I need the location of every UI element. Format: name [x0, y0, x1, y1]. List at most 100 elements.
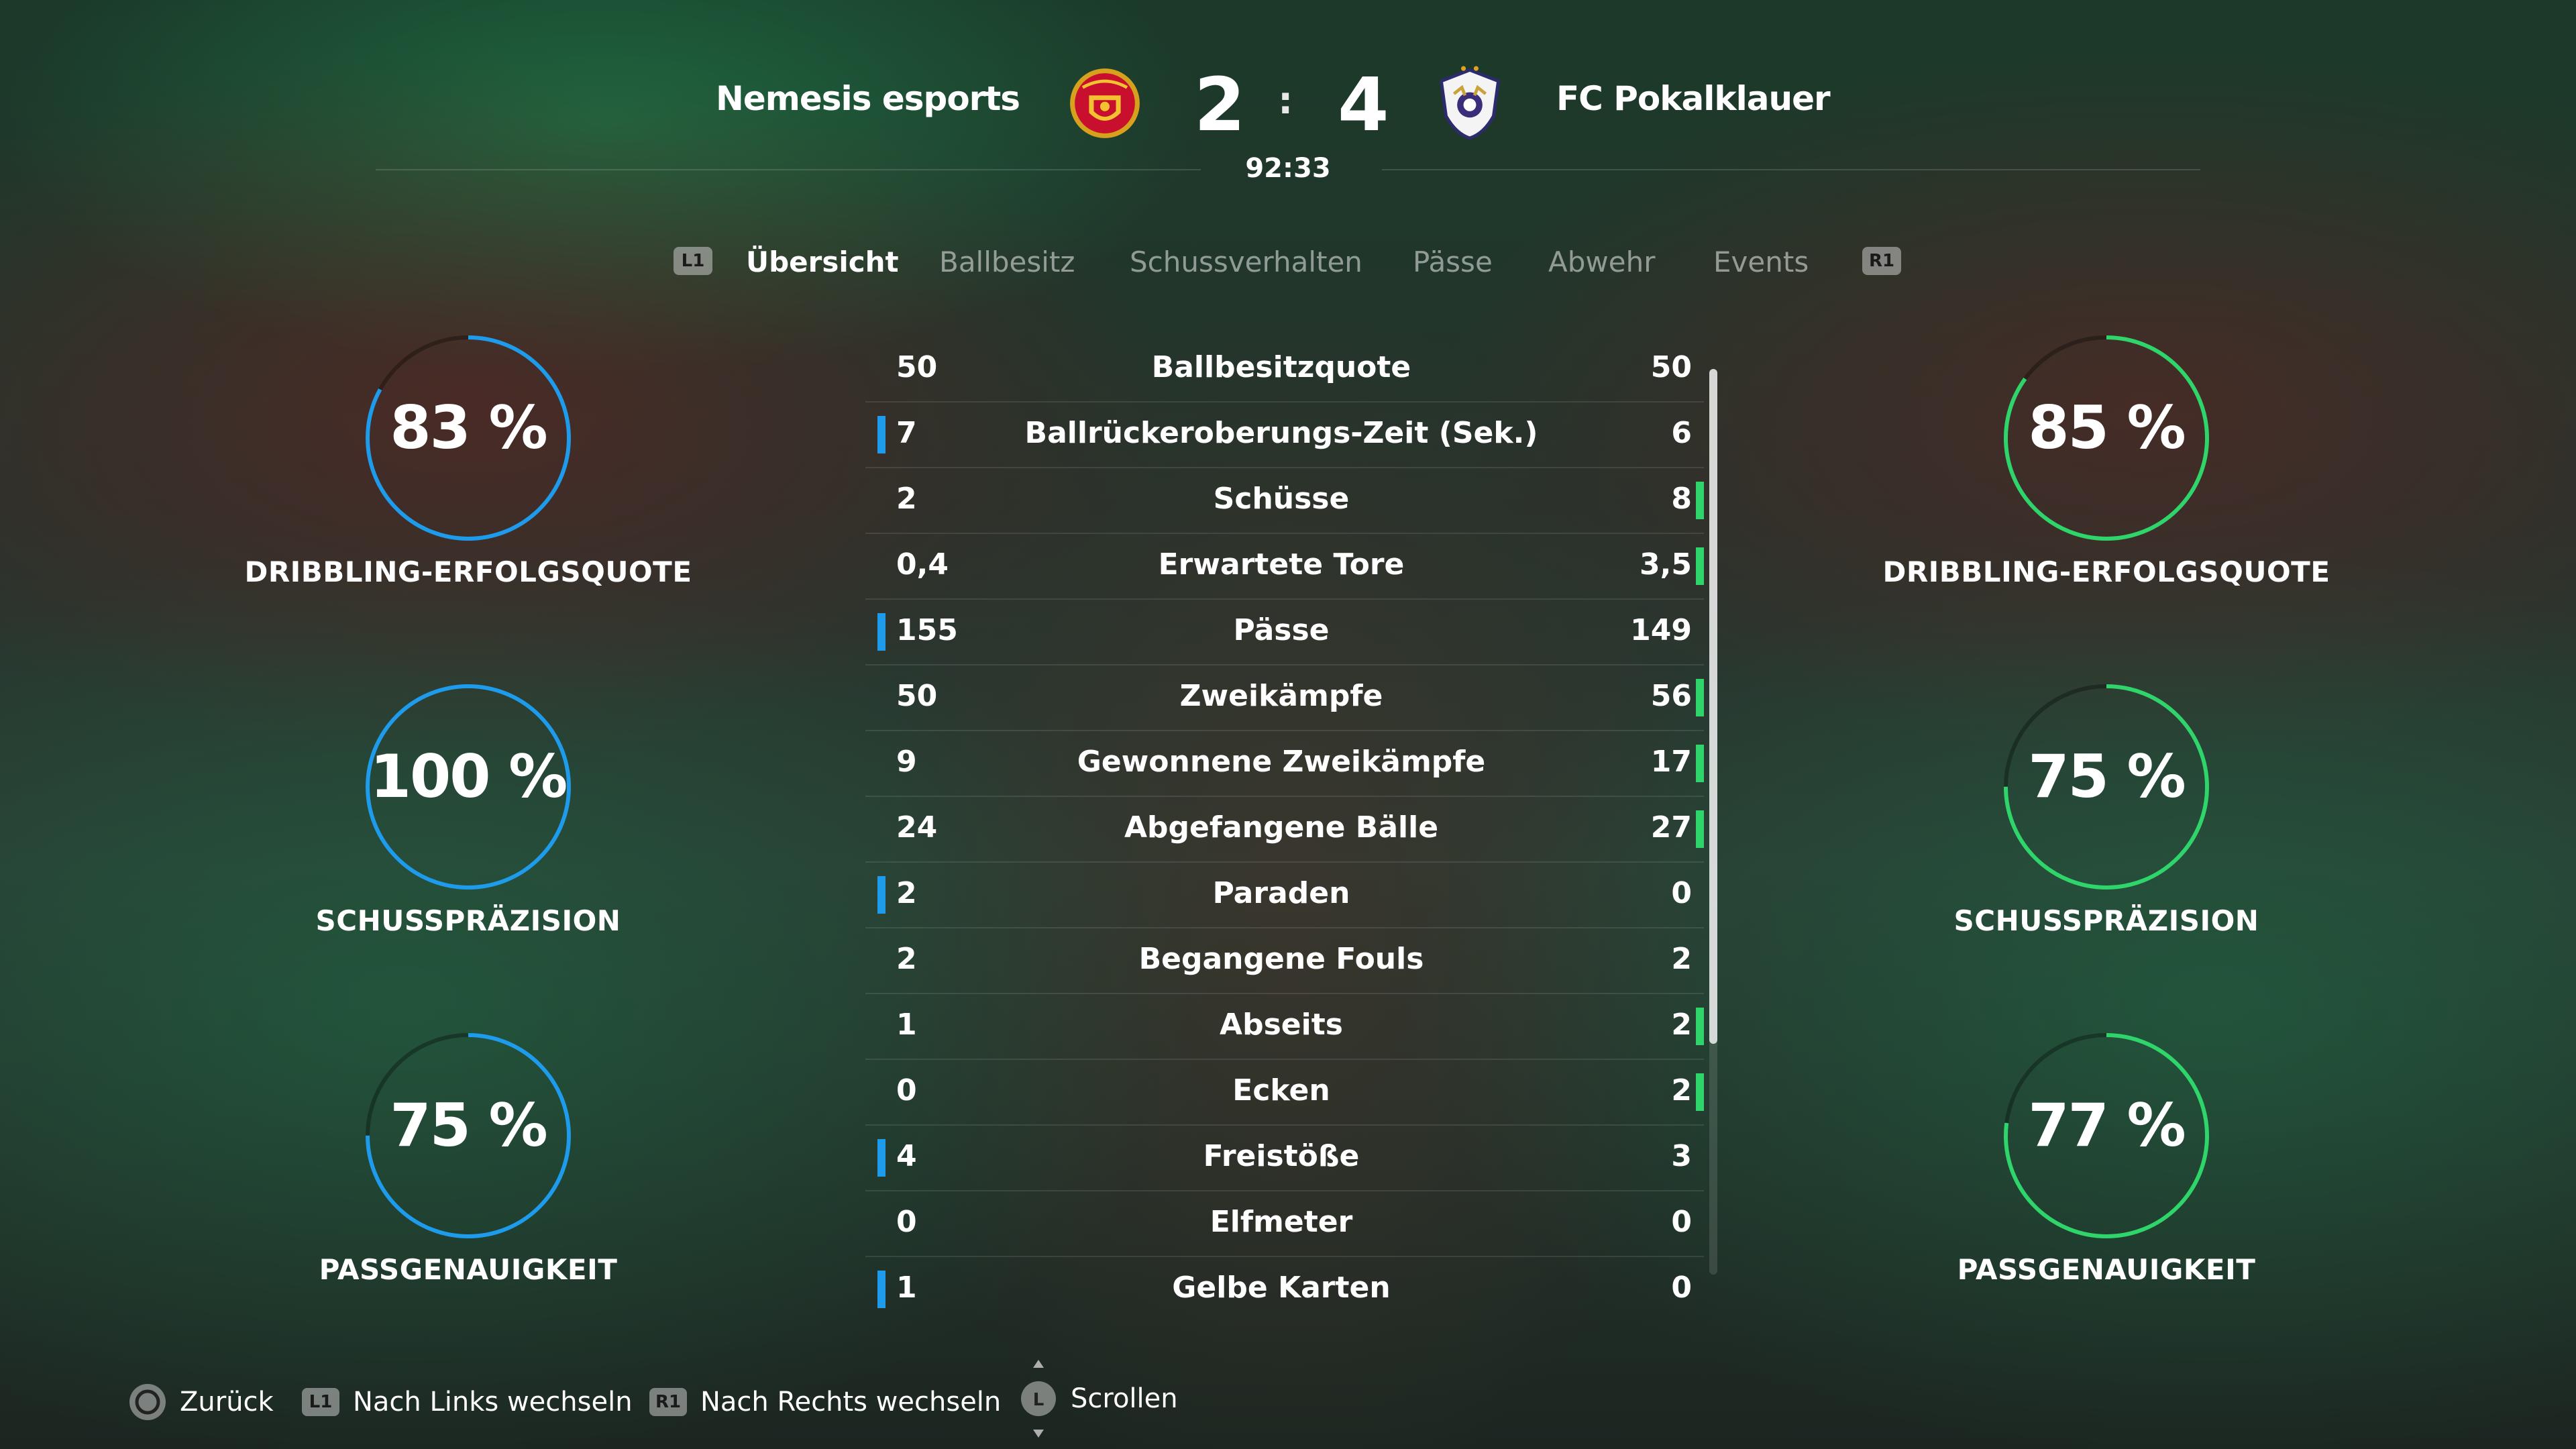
home-pass-accuracy-label: PASSGENAUIGKEIT — [319, 1253, 618, 1286]
away-team-name: FC Pokalklauer — [1556, 79, 1831, 118]
stat-home-value: 2 — [896, 876, 917, 910]
tab-events[interactable]: Events — [1713, 246, 1809, 278]
stat-away-value: 6 — [1671, 416, 1692, 450]
stat-home-value: 1 — [896, 1008, 917, 1042]
home-dribbling-label: DRIBBLING-ERFOLGSQUOTE — [244, 555, 692, 588]
back-hint[interactable]: Zurück — [129, 1375, 274, 1429]
away-crest-icon — [1439, 66, 1501, 140]
stat-row-abseits: 1 Abseits 2 — [865, 993, 1704, 1060]
tab-schussverhalten[interactable]: Schussverhalten — [1130, 246, 1362, 278]
stat-away-value: 56 — [1650, 679, 1692, 713]
stat-row-paesse: 155 Pässe 149 — [865, 598, 1704, 665]
home-pass-accuracy-ring: 75 % PASSGENAUIGKEIT — [233, 1032, 703, 1347]
stat-home-value: 24 — [896, 810, 938, 845]
stat-away-value: 2 — [1671, 1073, 1692, 1108]
stat-name: Zweikämpfe — [1179, 679, 1383, 713]
stat-home-value: 50 — [896, 679, 938, 713]
away-score: 4 — [1338, 62, 1389, 148]
away-leader-bar — [1696, 810, 1704, 848]
l1-bumper-icon[interactable]: L1 — [674, 247, 712, 275]
stats-scrollbar-thumb[interactable] — [1709, 369, 1717, 1044]
away-leader-bar — [1696, 745, 1704, 782]
stat-name: Erwartete Tore — [1158, 547, 1405, 582]
stat-home-value: 7 — [896, 416, 917, 450]
stat-name: Ballbesitzquote — [1151, 350, 1411, 384]
stat-away-value: 2 — [1671, 1008, 1692, 1042]
stat-row-paraden: 2 Paraden 0 — [865, 861, 1704, 928]
scroll-hint-label: Scrollen — [1071, 1383, 1178, 1414]
stat-row-gelbe-karten: 1 Gelbe Karten 0 — [865, 1256, 1704, 1322]
switch-left-hint[interactable]: L1 Nach Links wechseln — [302, 1375, 633, 1429]
away-pass-accuracy-value: 77 % — [2028, 1091, 2186, 1160]
stat-name: Abgefangene Bälle — [1124, 810, 1439, 845]
stat-home-value: 0 — [896, 1205, 917, 1239]
stat-away-value: 3,5 — [1640, 547, 1692, 582]
tab-paesse[interactable]: Pässe — [1413, 246, 1493, 278]
stat-row-ballrueckeroberung: 7 Ballrückeroberungs-Zeit (Sek.) 6 — [865, 401, 1704, 468]
stat-name: Elfmeter — [1210, 1205, 1353, 1239]
left-stick-icon: L — [1021, 1360, 1056, 1438]
tab-abwehr[interactable]: Abwehr — [1548, 246, 1655, 278]
home-dribbling-ring: 83 % DRIBBLING-ERFOLGSQUOTE — [233, 334, 703, 649]
l1-key-icon: L1 — [302, 1388, 339, 1416]
back-hint-label: Zurück — [180, 1387, 274, 1417]
away-pass-accuracy-label: PASSGENAUIGKEIT — [1957, 1253, 2256, 1286]
stat-home-value: 50 — [896, 350, 938, 384]
away-leader-bar — [1696, 1008, 1704, 1045]
stat-row-ballbesitzquote: 50 Ballbesitzquote 50 — [865, 335, 1704, 402]
stat-away-value: 27 — [1650, 810, 1692, 845]
stat-home-value: 1 — [896, 1271, 917, 1305]
stats-table[interactable]: 50 Ballbesitzquote 50 7 Ballrückeroberungs-… — [865, 335, 1711, 1328]
stat-name: Gelbe Karten — [1172, 1271, 1391, 1305]
switch-right-label: Nach Rechts wechseln — [700, 1387, 1002, 1417]
home-leader-bar — [877, 1139, 885, 1177]
stat-home-value: 2 — [896, 482, 917, 516]
home-shot-accuracy-ring: 100 % SCHUSSPRÄZISION — [233, 683, 703, 998]
stat-row-zweikaempfe: 50 Zweikämpfe 56 — [865, 664, 1704, 731]
stat-row-gewonnene-zweikaempfe: 9 Gewonnene Zweikämpfe 17 — [865, 730, 1704, 797]
stat-row-schuesse: 2 Schüsse 8 — [865, 467, 1704, 534]
away-leader-bar — [1696, 1073, 1704, 1111]
stat-away-value: 3 — [1671, 1139, 1692, 1173]
stat-name: Ballrückeroberungs-Zeit (Sek.) — [1024, 416, 1538, 450]
r1-bumper-icon[interactable]: R1 — [1862, 247, 1901, 275]
stat-away-value: 0 — [1671, 876, 1692, 910]
stat-name: Pässe — [1233, 613, 1330, 647]
stat-away-value: 2 — [1671, 942, 1692, 976]
stat-away-value: 8 — [1671, 482, 1692, 516]
stat-row-abgefangene-baelle: 24 Abgefangene Bälle 27 — [865, 796, 1704, 863]
away-pass-accuracy-ring: 77 % PASSGENAUIGKEIT — [1872, 1032, 2341, 1347]
stat-home-value: 9 — [896, 745, 917, 779]
stat-name: Abseits — [1220, 1008, 1343, 1042]
away-leader-bar — [1696, 482, 1704, 519]
away-dribbling-ring: 85 % DRIBBLING-ERFOLGSQUOTE — [1872, 334, 2341, 649]
stat-row-erwartete-tore: 0,4 Erwartete Tore 3,5 — [865, 533, 1704, 600]
stat-away-value: 0 — [1671, 1271, 1692, 1305]
stat-home-value: 155 — [896, 613, 958, 647]
tab-uebersicht[interactable]: Übersicht — [746, 246, 899, 278]
stat-away-value: 149 — [1630, 613, 1692, 647]
stat-away-value: 50 — [1650, 350, 1692, 384]
away-dribbling-label: DRIBBLING-ERFOLGSQUOTE — [1882, 555, 2330, 588]
switch-right-hint[interactable]: R1 Nach Rechts wechseln — [649, 1375, 1001, 1429]
scroll-hint[interactable]: L Scrollen — [1020, 1348, 1178, 1449]
home-score: 2 — [1194, 62, 1246, 148]
home-leader-bar — [877, 876, 885, 914]
away-shot-accuracy-value: 75 % — [2028, 742, 2186, 811]
stats-tab-bar: L1 Übersicht Ballbesitz Schussverhalten … — [0, 246, 2576, 299]
header-divider-left — [376, 169, 1201, 170]
stat-home-value: 0 — [896, 1073, 917, 1108]
tab-ballbesitz[interactable]: Ballbesitz — [939, 246, 1075, 278]
stat-row-freistoesse: 4 Freistöße 3 — [865, 1124, 1704, 1191]
stat-away-value: 0 — [1671, 1205, 1692, 1239]
home-leader-bar — [877, 1271, 885, 1308]
stat-home-value: 0,4 — [896, 547, 949, 582]
home-dribbling-value: 83 % — [390, 393, 547, 462]
home-pass-accuracy-value: 75 % — [390, 1091, 547, 1160]
switch-left-label: Nach Links wechseln — [353, 1387, 633, 1417]
stat-name: Begangene Fouls — [1138, 942, 1424, 976]
stat-home-value: 2 — [896, 942, 917, 976]
away-shot-accuracy-ring: 75 % SCHUSSPRÄZISION — [1872, 683, 2341, 998]
stat-home-value: 4 — [896, 1139, 917, 1173]
score-separator: : — [1278, 79, 1293, 123]
